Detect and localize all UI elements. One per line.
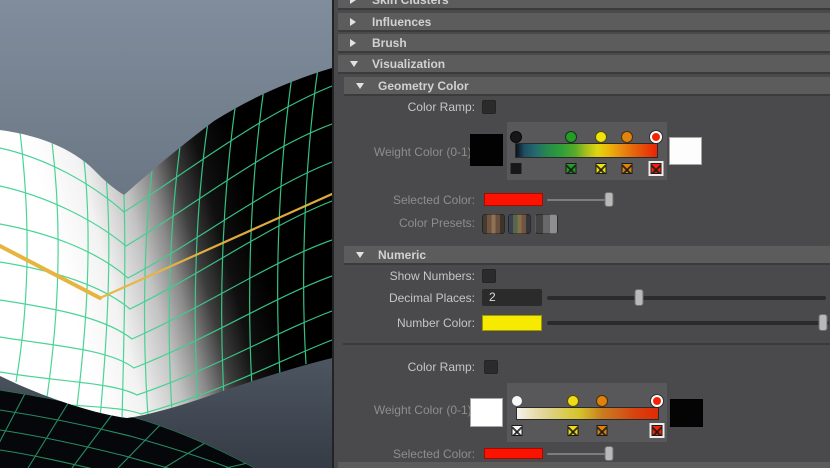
ramp-stop-handle[interactable] [621, 131, 634, 143]
chevron-right-icon [350, 0, 356, 4]
section-header-bottom-partial[interactable] [338, 462, 830, 468]
ramp-stop-handle[interactable] [594, 131, 607, 143]
slider-track [547, 320, 829, 325]
selected-color-label-2: Selected Color: [392, 447, 475, 461]
chevron-right-icon [350, 18, 356, 26]
section-label: Numeric [378, 248, 427, 262]
color-ramp-label: Color Ramp: [407, 100, 475, 114]
3d-viewport[interactable] [0, 0, 332, 468]
section-label: Skin Clusters [372, 0, 449, 7]
ramp-key-marker-selected[interactable] [651, 425, 663, 436]
ramp-key-marker[interactable] [511, 425, 523, 436]
slider-track [547, 452, 611, 455]
selected-color-swatch-2[interactable] [484, 448, 543, 459]
color-preset-swatch-2[interactable] [508, 214, 531, 234]
decimal-places-label: Decimal Places: [388, 291, 475, 305]
section-label: Influences [372, 15, 432, 29]
chevron-down-icon [356, 252, 364, 258]
slider-handle[interactable] [604, 192, 614, 207]
section-header-influences[interactable]: Influences [338, 13, 830, 32]
chevron-down-icon [350, 61, 358, 67]
ramp-stop-handle-selected[interactable] [650, 395, 663, 407]
ramp-key-marker[interactable] [510, 163, 522, 174]
slider-track [547, 198, 611, 201]
chevron-down-icon [356, 83, 364, 89]
section-header-skin-clusters[interactable]: Skin Clusters [338, 0, 830, 10]
section-label: Geometry Color [378, 79, 469, 93]
selected-color-slider[interactable] [547, 192, 614, 207]
weight-color-ramp [507, 122, 667, 180]
weight-color-high-swatch-2[interactable] [670, 399, 703, 427]
slider-handle[interactable] [634, 289, 644, 306]
slider-handle[interactable] [818, 314, 828, 331]
ramp-stop-handle[interactable] [510, 131, 522, 143]
application-window: Skin Clusters Influences Brush Visualiza… [0, 0, 830, 468]
ramp-gradient-bar-2[interactable] [511, 395, 663, 436]
color-preset-swatch-3[interactable] [535, 214, 558, 234]
color-ramp-checkbox-2[interactable] [484, 360, 498, 374]
color-preset-swatch-1[interactable] [482, 214, 505, 234]
section-divider [343, 343, 830, 345]
ramp-key-marker[interactable] [567, 425, 579, 436]
weight-color-label: Weight Color (0-1): [373, 145, 475, 159]
section-header-numeric[interactable]: Numeric [344, 246, 830, 265]
decimal-places-field[interactable]: 2 [482, 289, 542, 306]
color-ramp-label-2: Color Ramp: [407, 360, 475, 374]
section-header-visualization[interactable]: Visualization [338, 55, 830, 74]
ramp-stop-handle[interactable] [595, 395, 608, 407]
show-numbers-label: Show Numbers: [389, 269, 475, 283]
ramp-key-marker[interactable] [595, 163, 607, 174]
section-header-brush[interactable]: Brush [338, 34, 830, 53]
ramp-stop-handle-selected[interactable] [649, 131, 662, 143]
viewport-canvas [0, 0, 332, 468]
tool-settings-panel: Skin Clusters Influences Brush Visualiza… [332, 0, 830, 468]
decimal-places-slider[interactable] [547, 289, 826, 306]
slider-handle[interactable] [604, 446, 614, 461]
section-label: Brush [372, 36, 407, 50]
weight-color-low-swatch-2[interactable] [470, 398, 503, 427]
selected-color-label: Selected Color: [392, 193, 475, 207]
ramp-key-marker[interactable] [565, 163, 577, 174]
show-numbers-checkbox[interactable] [482, 269, 496, 283]
chevron-right-icon [350, 39, 356, 47]
number-color-swatch[interactable] [482, 315, 542, 331]
slider-track [547, 295, 826, 300]
ramp-stop-handle[interactable] [564, 131, 577, 143]
weight-color-label-2: Weight Color (0-1): [373, 403, 475, 417]
section-label: Visualization [372, 57, 446, 71]
selected-color-slider-2[interactable] [547, 446, 614, 461]
ramp-stop-handle[interactable] [567, 395, 580, 407]
ramp-key-marker-selected[interactable] [650, 163, 662, 174]
ramp-gradient-bar[interactable] [510, 131, 662, 174]
color-presets-label: Color Presets: [398, 216, 475, 230]
selected-color-swatch[interactable] [484, 193, 543, 206]
color-ramp-checkbox[interactable] [482, 100, 496, 114]
weight-color-ramp-2 [507, 383, 667, 442]
ramp-key-marker[interactable] [596, 425, 608, 436]
ramp-stop-handle[interactable] [511, 395, 523, 407]
weight-color-high-swatch[interactable] [669, 137, 702, 165]
number-color-label: Number Color: [396, 316, 475, 330]
section-header-geometry-color[interactable]: Geometry Color [344, 77, 830, 96]
ramp-key-marker[interactable] [621, 163, 633, 174]
weight-color-low-swatch[interactable] [470, 134, 503, 166]
number-color-slider[interactable] [547, 314, 829, 331]
